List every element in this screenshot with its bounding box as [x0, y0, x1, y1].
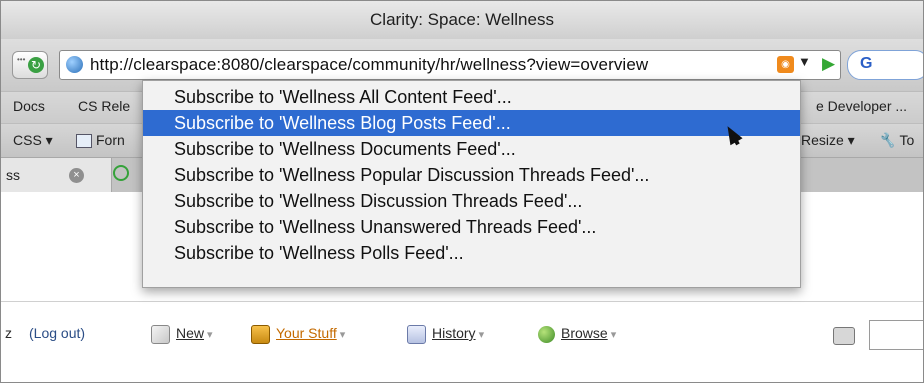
rss-dropdown-icon[interactable]: ▼: [798, 54, 811, 69]
browse-menu[interactable]: Browse ▾: [538, 325, 616, 343]
loading-tab-icon[interactable]: [113, 165, 129, 181]
close-tab-icon[interactable]: ×: [69, 168, 84, 183]
bookmark-cs-rele[interactable]: CS Rele: [78, 98, 130, 114]
url-bar[interactable]: http://clearspace:8080/clearspace/commun…: [59, 50, 841, 80]
search-input[interactable]: [869, 320, 923, 350]
refresh-icon: ↻: [28, 57, 44, 73]
menu-item-discussion-threads[interactable]: Subscribe to 'Wellness Discussion Thread…: [143, 188, 800, 214]
menu-item-unanswered-threads[interactable]: Subscribe to 'Wellness Unanswered Thread…: [143, 214, 800, 240]
username-fragment: z: [5, 325, 12, 341]
menu-item-blog-posts[interactable]: Subscribe to 'Wellness Blog Posts Feed'.…: [143, 110, 800, 136]
globe-icon: [66, 56, 83, 73]
forms-menu[interactable]: Forn: [76, 132, 125, 149]
tab-label: ss: [6, 167, 20, 183]
tools-menu[interactable]: 🔧 To: [878, 132, 914, 149]
url-text[interactable]: http://clearspace:8080/clearspace/commun…: [90, 55, 648, 75]
user-toolbar: z (Log out) New ▾ Your Stuff ▾ History ▾ Br…: [1, 311, 923, 355]
resize-menu[interactable]: Resize ▾: [801, 132, 855, 149]
menu-item-all-content[interactable]: Subscribe to 'Wellness All Content Feed'…: [143, 84, 800, 110]
menu-item-popular-threads[interactable]: Subscribe to 'Wellness Popular Discussio…: [143, 162, 800, 188]
divider: [1, 301, 923, 302]
forms-icon: [76, 134, 92, 149]
new-icon: [151, 325, 170, 344]
bookmark-web-developer[interactable]: e Developer ...: [816, 98, 907, 114]
history-menu[interactable]: History ▾: [407, 325, 484, 344]
search-engine-box[interactable]: G: [847, 50, 923, 80]
rss-icon[interactable]: ◉: [777, 56, 794, 73]
wrench-icon: 🔧: [878, 132, 896, 148]
logout-link[interactable]: (Log out): [29, 325, 85, 341]
dots-icon: •••: [17, 55, 26, 64]
printer-icon[interactable]: [833, 327, 855, 345]
css-menu[interactable]: CSS ▾: [13, 132, 53, 149]
google-icon[interactable]: G: [860, 55, 872, 73]
tab-wellness[interactable]: ss ×: [1, 158, 112, 193]
menu-item-documents[interactable]: Subscribe to 'Wellness Documents Feed'..…: [143, 136, 800, 162]
menu-item-polls[interactable]: Subscribe to 'Wellness Polls Feed'...: [143, 240, 800, 266]
new-menu[interactable]: New ▾: [151, 325, 213, 344]
bookmark-docs[interactable]: Docs: [13, 98, 45, 114]
your-stuff-icon: [251, 325, 270, 344]
rss-feed-menu: Subscribe to 'Wellness All Content Feed'…: [142, 80, 801, 288]
reload-button[interactable]: ••• ↻: [12, 51, 48, 79]
history-icon: [407, 325, 426, 344]
go-icon[interactable]: ▶: [822, 54, 835, 74]
window-title: Clarity: Space: Wellness: [1, 1, 923, 40]
browse-icon: [538, 325, 555, 343]
browser-window: Clarity: Space: Wellness ••• ↻ http://cl…: [0, 0, 924, 383]
your-stuff-menu[interactable]: Your Stuff ▾: [251, 325, 345, 344]
